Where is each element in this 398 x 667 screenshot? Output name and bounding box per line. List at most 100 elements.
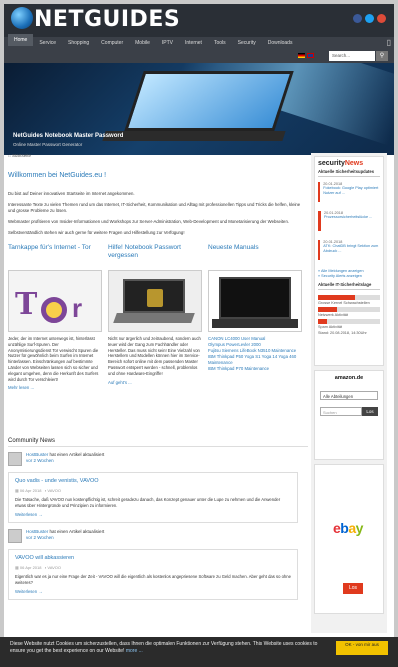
nav-security[interactable]: Security (232, 37, 262, 49)
threat-bar-fill (318, 319, 328, 324)
german-flag-icon[interactable] (298, 53, 305, 58)
cookie-text: Diese Website nutzt Cookies um sicherzus… (10, 641, 318, 654)
amazon-logo[interactable]: amazon.de (320, 375, 378, 381)
nav-downloads[interactable]: Downloads (262, 37, 299, 49)
tor-logo-image[interactable]: T r (8, 270, 102, 332)
nav-service[interactable]: Service (33, 37, 62, 49)
sub-bar: Search... ⚲ (4, 49, 394, 63)
security-item[interactable]: 20.01.2018 Fokebook: Google Play optimier… (318, 182, 380, 202)
news-text: Die Tatsache, daß VAVOO nun kostenpflich… (15, 497, 281, 508)
ebay-widget: ebay Los (314, 464, 384, 614)
amazon-go-button[interactable]: Los (362, 407, 378, 416)
status-heading: Aktuelle IT-Sicherheitslage (318, 282, 380, 290)
activity-item: HostBuster hat einen Artikel aktualisier… (8, 529, 308, 543)
mobile-icon[interactable]: ▯ (387, 38, 391, 47)
feature-text: Jeder, der im Internet unterwegs ist, hi… (8, 336, 99, 382)
site-header: NETGUIDES (4, 4, 394, 37)
search-input[interactable]: Search... (329, 51, 375, 61)
widget-heading: Aktuelle Sicherheitsupdates (318, 169, 380, 177)
news-title[interactable]: VAVOO will abkassieren (15, 555, 291, 561)
news-title[interactable]: Quo vadis - unde venistis, VAVOO (15, 478, 291, 484)
manual-links: CANON LC4000 User Manual Olympus PowerLe… (208, 336, 302, 372)
read-more-link[interactable]: Mehr lesen ... (8, 385, 102, 390)
news-meta: ▦ 06 Apr 2018 ▪ VAVOO (15, 565, 291, 570)
cookie-accept-button[interactable]: OK - von mir aus (336, 641, 388, 655)
activity-time: vor 2 Wochen (26, 535, 54, 540)
status-timestamp: Stand: 20.08.2018, 14:30Uhr (318, 331, 367, 335)
news-meta: ▦ 06 Apr 2018 ▪ VAVOO (15, 488, 291, 493)
threat-bar (318, 295, 380, 300)
english-flag-icon[interactable] (307, 53, 314, 58)
nav-iptv[interactable]: IPTV (156, 37, 179, 49)
nav-shopping[interactable]: Shopping (62, 37, 95, 49)
read-more-link[interactable]: Weiterlesen → (15, 512, 291, 517)
feature-password: Hilfe! Notebook Passwort vergessen Nicht… (108, 244, 202, 390)
news-date: 06 Apr 2018 (19, 488, 42, 493)
activity-user[interactable]: HostBuster (26, 452, 48, 457)
manual-link[interactable]: IBM Thinkpad P50 Yoga S1 Yoga 14 Yoga 46… (208, 354, 302, 366)
feature-title[interactable]: Tarnkappe für's Internet - Tor (8, 244, 102, 270)
security-item-title[interactable]: Fokebook: Google Play optimiert Nutzer a… (323, 186, 380, 196)
intro-text: Webmaster profitieren von Insider-Inform… (8, 219, 290, 224)
search-button[interactable]: ⚲ (376, 51, 388, 61)
activity-item: HostBuster hat einen Artikel aktualisier… (8, 452, 308, 466)
nav-tools[interactable]: Tools (208, 37, 232, 49)
news-card: VAVOO will abkassieren ▦ 06 Apr 2018 ▪ V… (8, 549, 298, 600)
amazon-search-input[interactable]: Suchen (320, 407, 362, 416)
nav-computer[interactable]: Computer (95, 37, 129, 49)
nav-mobile[interactable]: Mobile (129, 37, 156, 49)
security-alerts-link[interactable]: » Security Alerts anzeigen (318, 274, 380, 279)
intro-text: Du bist auf Deiner innovativen Startseit… (8, 191, 135, 196)
avatar[interactable] (8, 452, 22, 466)
hero-subtitle: Online Master Passwort Generator (13, 142, 83, 147)
security-item[interactable]: 20.01.2018 ATK: ChatDB bringt Sektion zum… (318, 240, 380, 260)
security-item-title[interactable]: ATK: ChatDB bringt Sektion zum Abdruck .… (323, 244, 380, 254)
news-category[interactable]: VAVOO (47, 488, 61, 493)
hero-title: NetGuides Notebook Master Password (13, 133, 124, 139)
avatar[interactable] (8, 529, 22, 543)
activity-user[interactable]: HostBuster (26, 529, 48, 534)
twitter-icon[interactable] (365, 14, 374, 23)
feature-title[interactable]: Neueste Manuals (208, 244, 302, 270)
site-logo[interactable]: NETGUIDES (11, 7, 180, 32)
laptop-image[interactable] (208, 270, 302, 332)
nav-internet[interactable]: Internet (179, 37, 208, 49)
threat-label: Netzwerk Aktivität (318, 313, 348, 317)
news-card: Quo vadis - unde venistis, VAVOO ▦ 06 Ap… (8, 472, 298, 523)
department-select[interactable]: Alle Abteilungen (320, 391, 378, 400)
threat-bar-fill (318, 295, 356, 300)
cookie-banner: Diese Website nutzt Cookies um sicherzus… (0, 637, 398, 667)
security-item-title[interactable]: Prozessorsicherheitslücke ... (324, 215, 372, 220)
read-more-link[interactable]: Weiterlesen → (15, 589, 291, 594)
main-content: ⌂ Startseite Willkommen bei NetGuides.eu… (8, 153, 308, 390)
googleplus-icon[interactable] (377, 14, 386, 23)
community-news: Community News HostBuster hat einen Arti… (8, 438, 308, 606)
facebook-icon[interactable] (353, 14, 362, 23)
ebay-go-button[interactable]: Los (343, 583, 363, 594)
hero-banner[interactable]: NetGuides Notebook Master Password Onlin… (4, 63, 394, 155)
language-flags (298, 53, 314, 58)
breadcrumb-home[interactable]: Startseite (12, 153, 31, 158)
ebay-logo[interactable]: ebay (333, 520, 363, 536)
news-date: 06 Apr 2018 (19, 565, 42, 570)
breadcrumb: ⌂ Startseite (8, 153, 308, 158)
intro-text: Interessante Texte zu vielen Themen rund… (8, 202, 301, 213)
security-item[interactable]: 20.01.2018 Prozessorsicherheitslücke ... (318, 211, 380, 231)
security-news-logo[interactable]: securityNews (318, 160, 380, 167)
read-more-link[interactable]: Auf geht's ... (108, 380, 202, 385)
threat-label: Grosse Kernel Schwachstellen (318, 301, 370, 305)
feature-manuals: Neueste Manuals CANON LC4000 User Manual… (208, 244, 302, 390)
activity-action: hat einen Artikel aktualisiert (49, 529, 105, 534)
feature-title[interactable]: Hilfe! Notebook Passwort vergessen (108, 244, 202, 270)
sidebar: securityNews Aktuelle Sicherheitsupdates… (311, 153, 387, 633)
social-links (353, 14, 386, 23)
manual-link[interactable]: IBM Thinkpad P70 Maintenance (208, 366, 302, 372)
threat-bar (318, 307, 380, 312)
feature-tor: Tarnkappe für's Internet - Tor T r Jeder… (8, 244, 102, 390)
threat-label: Spam Aktivität (318, 325, 343, 329)
locked-laptop-image[interactable] (108, 270, 202, 332)
cookie-more-link[interactable]: more ... (126, 648, 143, 654)
nav-home[interactable]: Home (8, 34, 34, 46)
activity-time: vor 2 Wochen (26, 458, 54, 463)
news-category[interactable]: VAVOO (47, 565, 61, 570)
